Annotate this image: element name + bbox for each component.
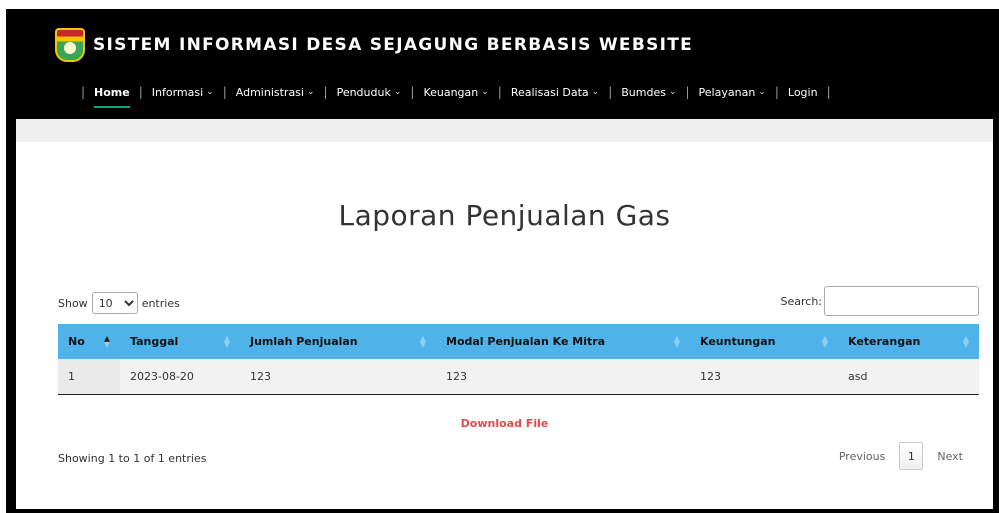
nav-item-keuangan[interactable]: Keuangan ⌄: [423, 86, 488, 99]
sales-table: No ▲ ▼ Tanggal ▲ ▼ Jumlah Penjualan ▲ ▼ Modal …: [58, 324, 979, 395]
nav-separator: |: [222, 85, 227, 99]
table-header-row: No ▲ ▼ Tanggal ▲ ▼ Jumlah Penjualan ▲ ▼ Modal …: [58, 324, 979, 359]
table-row: 1 2023-08-20 123 123 123 asd: [58, 359, 979, 394]
column-header-label: Tanggal: [130, 335, 179, 348]
main-nav: | Home | Informasi ⌄ | Administrasi ⌄ | Pe…: [72, 83, 840, 108]
column-header-keterangan[interactable]: Keterangan ▲ ▼: [838, 324, 979, 359]
column-header-jumlah-penjualan[interactable]: Jumlah Penjualan ▲ ▼: [240, 324, 436, 359]
column-header-label: No: [68, 335, 85, 348]
site-title[interactable]: SISTEM INFORMASI DESA SEJAGUNG BERBASIS …: [93, 35, 693, 55]
chevron-down-icon: ⌄: [306, 87, 315, 97]
column-header-no[interactable]: No ▲ ▼: [58, 324, 120, 359]
nav-label: Pelayanan: [698, 85, 756, 99]
site-header: SISTEM INFORMASI DESA SEJAGUNG BERBASIS …: [6, 9, 999, 119]
page-title: Laporan Penjualan Gas: [338, 199, 671, 232]
sort-icon: ▲ ▼: [673, 333, 680, 349]
column-header-label: Keterangan: [848, 335, 921, 348]
download-file-link[interactable]: Download File: [16, 417, 993, 430]
table-length-control: Show 10 entries: [58, 292, 180, 314]
nav-label: Keuangan: [423, 85, 479, 99]
nav-item-login[interactable]: Login: [788, 86, 818, 99]
nav-label: Informasi: [151, 85, 204, 99]
sort-icon: ▲ ▼: [103, 333, 110, 349]
chevron-down-icon: ⌄: [393, 87, 402, 97]
next-page-button[interactable]: Next: [931, 450, 969, 463]
sort-icon: ▲ ▼: [419, 333, 426, 349]
chevron-down-icon: ⌄: [206, 87, 214, 97]
chevron-down-icon: ⌄: [758, 87, 766, 97]
column-header-tanggal[interactable]: Tanggal ▲ ▼: [120, 324, 240, 359]
entries-per-page-select[interactable]: 10: [91, 292, 138, 314]
nav-separator: |: [774, 85, 779, 99]
nav-label: Bumdes: [621, 85, 666, 99]
search-label: Search:: [780, 294, 823, 308]
village-logo-icon[interactable]: [55, 28, 85, 62]
nav-item-realisasi-data[interactable]: Realisasi Data ⌄: [511, 86, 599, 99]
cell-keterangan: asd: [848, 369, 868, 383]
cell-modal-penjualan: 123: [446, 369, 467, 383]
sort-icon: ▲ ▼: [223, 333, 230, 349]
nav-item-informasi[interactable]: Informasi ⌄: [152, 86, 214, 99]
nav-label: Home: [94, 85, 130, 99]
column-header-label: Jumlah Penjualan: [250, 335, 358, 348]
nav-separator: |: [138, 85, 143, 99]
sort-icon: ▲ ▼: [821, 333, 828, 349]
entries-label: entries: [141, 296, 180, 310]
nav-separator: |: [81, 85, 86, 99]
cell-keuntungan: 123: [700, 369, 721, 383]
nav-label: Penduduk: [336, 85, 391, 99]
nav-separator: |: [323, 85, 328, 99]
nav-item-administrasi[interactable]: Administrasi ⌄: [236, 86, 315, 99]
main-content: Laporan Penjualan Gas Show 10 entries Se…: [16, 119, 993, 509]
show-label: Show: [58, 296, 88, 310]
previous-page-button[interactable]: Previous: [833, 450, 892, 463]
nav-item-penduduk[interactable]: Penduduk ⌄: [337, 86, 402, 99]
column-header-label: Keuntungan: [700, 335, 776, 348]
cell-jumlah-penjualan: 123: [250, 369, 271, 383]
chevron-down-icon: ⌄: [591, 87, 600, 97]
nav-label: Login: [787, 85, 818, 99]
table-info: Showing 1 to 1 of 1 entries: [58, 452, 207, 465]
page-1-button[interactable]: 1: [899, 442, 924, 470]
content-top-band: [16, 119, 993, 142]
chevron-down-icon: ⌄: [668, 87, 677, 97]
chevron-down-icon: ⌄: [481, 87, 489, 97]
table-search: Search:: [780, 286, 979, 316]
nav-item-bumdes[interactable]: Bumdes ⌄: [621, 86, 676, 99]
nav-separator: |: [608, 85, 613, 99]
nav-label: Realisasi Data: [510, 85, 589, 99]
nav-separator: |: [685, 85, 690, 99]
cell-no: 1: [58, 359, 120, 394]
nav-item-home[interactable]: Home: [94, 85, 130, 108]
nav-separator: |: [826, 85, 831, 99]
nav-separator: |: [410, 85, 415, 99]
page-frame: SISTEM INFORMASI DESA SEJAGUNG BERBASIS …: [6, 9, 999, 513]
nav-item-pelayanan[interactable]: Pelayanan ⌄: [699, 86, 766, 99]
nav-separator: |: [497, 85, 502, 99]
column-header-label: Modal Penjualan Ke Mitra: [446, 335, 606, 348]
cell-tanggal: 2023-08-20: [130, 369, 194, 383]
sort-icon: ▲ ▼: [962, 333, 969, 349]
column-header-keuntungan[interactable]: Keuntungan ▲ ▼: [690, 324, 838, 359]
search-input[interactable]: [824, 286, 979, 316]
pagination: Previous 1 Next: [833, 442, 969, 470]
column-header-modal-penjualan[interactable]: Modal Penjualan Ke Mitra ▲ ▼: [436, 324, 690, 359]
nav-label: Administrasi: [235, 85, 304, 99]
